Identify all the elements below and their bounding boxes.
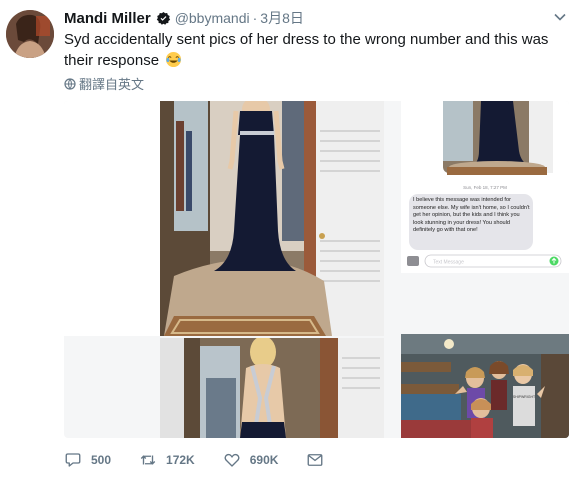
photo-kids[interactable]: SHIPWRIGHT bbox=[401, 334, 569, 438]
verified-badge-icon bbox=[156, 11, 171, 26]
retweet-button[interactable]: 172K bbox=[139, 451, 195, 469]
tweet-text-content: Syd accidentally sent pics of her dress … bbox=[64, 31, 549, 69]
kid-shirt-text: SHIPWRIGHT bbox=[513, 395, 536, 399]
photo-dress-back[interactable] bbox=[160, 338, 384, 438]
separator-dot: · bbox=[252, 10, 258, 26]
reply-count: 500 bbox=[91, 453, 112, 467]
media-grid: Sun, Feb 18, 7:27 PM I believe this mess… bbox=[64, 101, 569, 438]
author-name[interactable]: Mandi Miller bbox=[64, 10, 151, 27]
tweet-date[interactable]: 3月8日 bbox=[260, 8, 304, 28]
message-bubble: I believe this message was intended for … bbox=[413, 197, 530, 234]
avatar[interactable] bbox=[6, 10, 54, 58]
retweet-icon bbox=[140, 455, 156, 465]
chevron-down-icon[interactable] bbox=[553, 10, 567, 24]
reply-button[interactable]: 500 bbox=[64, 451, 111, 469]
laughing-emoji-icon bbox=[165, 51, 182, 68]
tweet-header: Mandi Miller @bbymandi · 3月8日 bbox=[64, 8, 304, 28]
retweet-count: 172K bbox=[166, 453, 195, 467]
like-count: 690K bbox=[249, 453, 279, 467]
message-timestamp: Sun, Feb 18, 7:27 PM bbox=[463, 185, 507, 190]
photo-dress-front[interactable] bbox=[64, 101, 384, 336]
author-handle[interactable]: @bbymandi bbox=[175, 10, 250, 26]
translate-label: 翻譯自英文 bbox=[79, 77, 145, 92]
tweet-card[interactable]: Mandi Miller @bbymandi · 3月8日 Syd accide… bbox=[0, 0, 579, 477]
photo-text-message[interactable]: Sun, Feb 18, 7:27 PM I believe this mess… bbox=[401, 101, 569, 273]
message-input-placeholder: Text Message bbox=[433, 260, 464, 266]
envelope-icon bbox=[307, 454, 323, 466]
tweet-text: Syd accidentally sent pics of her dress … bbox=[64, 29, 564, 71]
heart-icon bbox=[224, 453, 240, 467]
tweet-actions: 500 172K 690K bbox=[64, 450, 333, 470]
translate-link[interactable]: 翻譯自英文 bbox=[64, 74, 144, 93]
reply-icon bbox=[65, 453, 81, 467]
dm-button[interactable] bbox=[306, 451, 333, 469]
globe-icon bbox=[64, 77, 76, 90]
like-button[interactable]: 690K bbox=[223, 451, 279, 469]
